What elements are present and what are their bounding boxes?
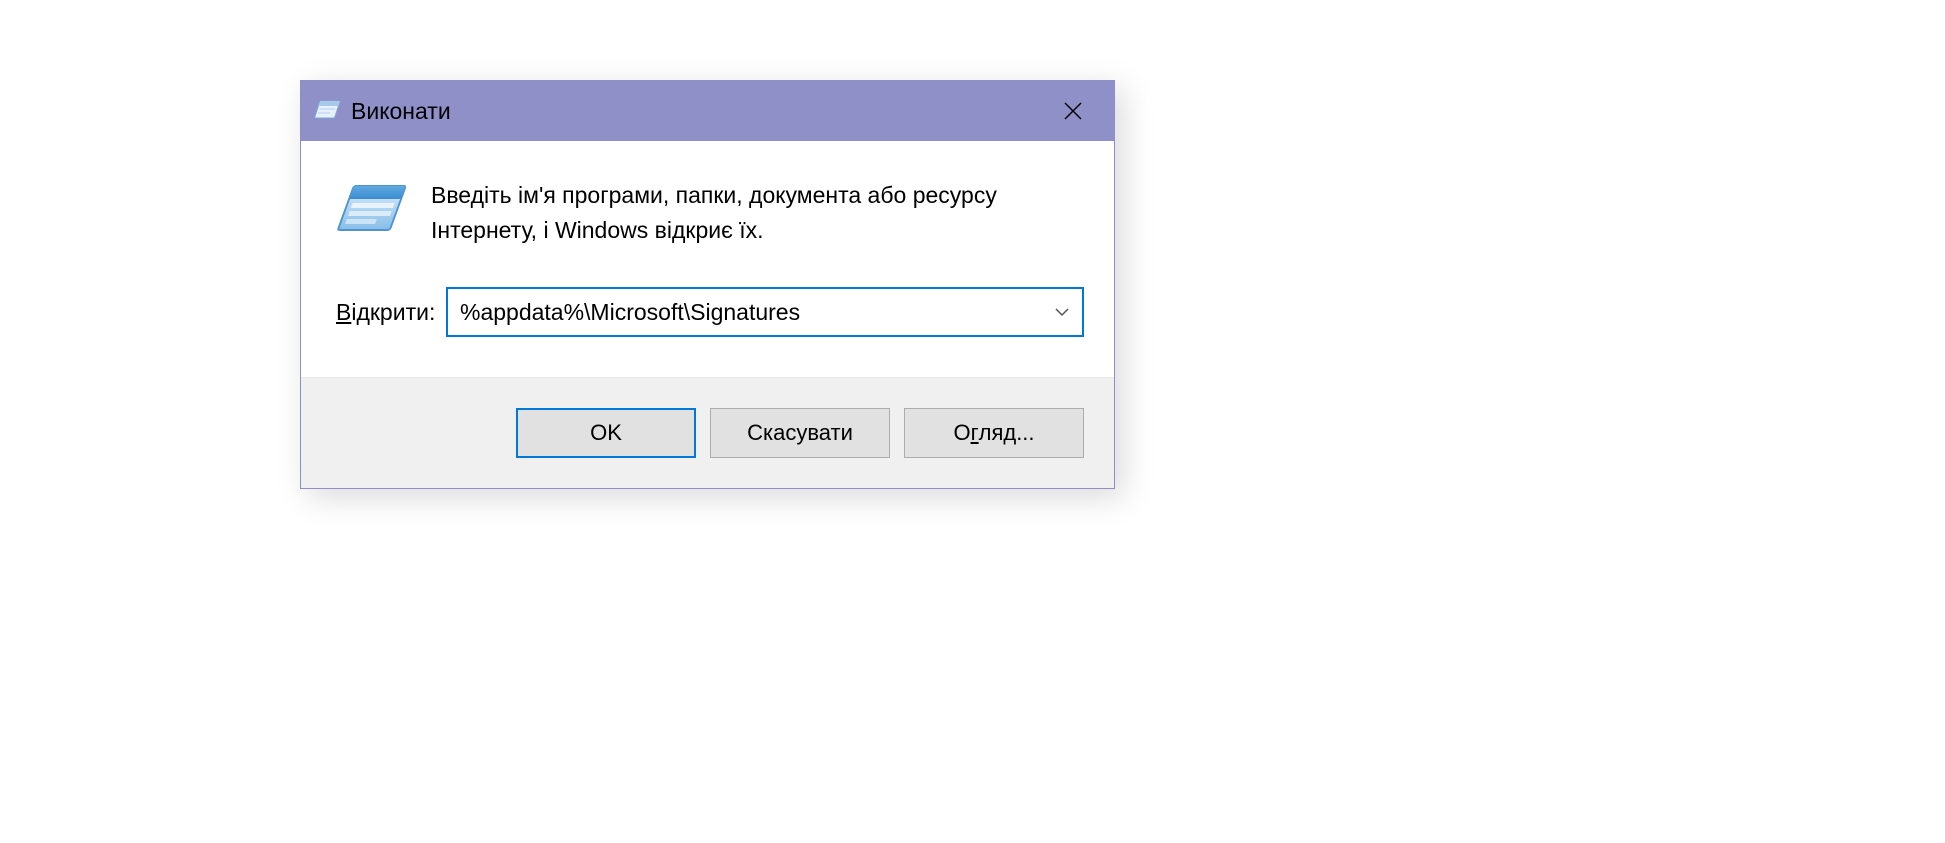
open-label: Відкрити: xyxy=(331,299,431,326)
titlebar[interactable]: Виконати xyxy=(301,81,1114,141)
open-input[interactable] xyxy=(448,289,1042,335)
run-dialog: Виконати xyxy=(300,80,1115,489)
titlebar-left: Виконати xyxy=(313,98,451,125)
run-icon-small xyxy=(313,98,341,124)
dialog-content: Введіть ім'я програми, папки, документа … xyxy=(301,141,1114,377)
open-row: Відкрити: xyxy=(331,287,1084,337)
cancel-button[interactable]: Скасувати xyxy=(710,408,890,458)
open-combobox[interactable] xyxy=(446,287,1084,337)
info-row: Введіть ім'я програми, папки, документа … xyxy=(331,176,1084,247)
ok-button[interactable]: OK xyxy=(516,408,696,458)
close-button[interactable] xyxy=(1038,86,1108,136)
browse-button[interactable]: Огляд... xyxy=(904,408,1084,458)
dropdown-button[interactable] xyxy=(1042,289,1082,335)
info-text: Введіть ім'я програми, папки, документа … xyxy=(431,176,1084,247)
close-icon xyxy=(1063,101,1083,121)
chevron-down-icon xyxy=(1054,307,1070,317)
run-icon-large xyxy=(336,180,406,245)
button-row: OK Скасувати Огляд... xyxy=(301,377,1114,488)
dialog-title: Виконати xyxy=(351,98,451,125)
